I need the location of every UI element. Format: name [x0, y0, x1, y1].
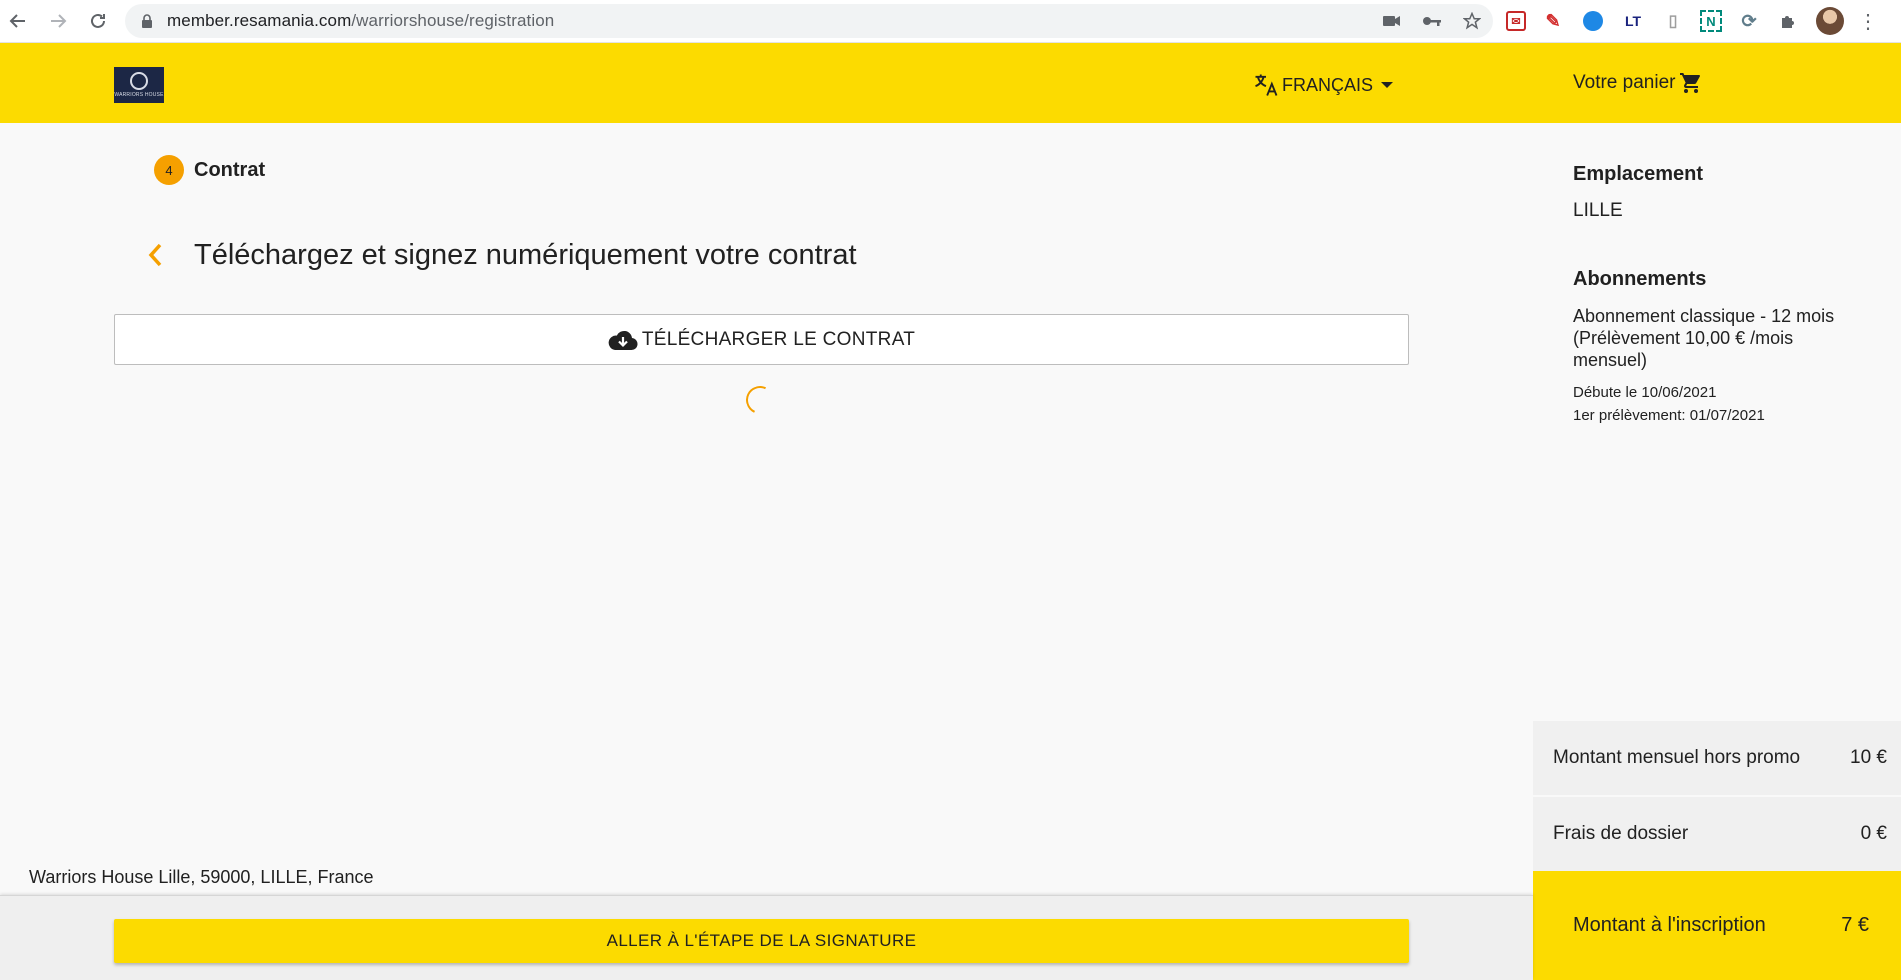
- go-to-signature-button[interactable]: ALLER À L'ÉTAPE DE LA SIGNATURE: [114, 919, 1409, 963]
- logo-emblem-icon: [130, 72, 148, 90]
- n-extension-icon[interactable]: N: [1700, 10, 1722, 32]
- logo-text: WARRIORS HOUSE: [114, 92, 164, 98]
- subscriptions-heading: Abonnements: [1573, 268, 1707, 290]
- download-contract-label: TÉLÉCHARGER LE CONTRAT: [641, 328, 916, 350]
- forward-arrow-icon[interactable]: [40, 3, 76, 39]
- step-indicator: 4 Contrat: [154, 155, 265, 185]
- fees-value: 0 €: [1860, 823, 1887, 844]
- step-label: Contrat: [194, 158, 266, 181]
- browser-toolbar: member.resamania.com/warriorshouse/regis…: [0, 0, 1901, 43]
- order-sidebar: Emplacement LILLE Abonnements Abonnement…: [1573, 163, 1893, 427]
- language-selector[interactable]: FRANÇAIS: [1252, 71, 1394, 99]
- caret-down-icon: [1381, 82, 1394, 88]
- monthly-amount-label: Montant mensuel hors promo: [1553, 747, 1801, 768]
- go-to-signature-label: ALLER À L'ÉTAPE DE LA SIGNATURE: [606, 931, 917, 950]
- globe-extension-icon[interactable]: [1580, 8, 1606, 34]
- loading-spinner: [742, 382, 778, 418]
- warriors-house-logo[interactable]: WARRIORS HOUSE: [114, 67, 164, 103]
- bottom-action-bar: ALLER À L'ÉTAPE DE LA SIGNATURE: [0, 895, 1533, 980]
- key-icon[interactable]: [1419, 8, 1445, 34]
- url-text: member.resamania.com/warriorshouse/regis…: [167, 11, 555, 30]
- gym-address: Warriors House Lille, 59000, LILLE, Fran…: [29, 867, 374, 887]
- profile-avatar[interactable]: [1816, 7, 1844, 35]
- menu-icon[interactable]: ⋮: [1858, 8, 1878, 34]
- total-row: Montant à l'inscription 7 €: [1533, 871, 1901, 980]
- cart-label: Votre panier: [1573, 72, 1676, 93]
- price-summary: Montant mensuel hors promo 10 € Frais de…: [1533, 721, 1901, 980]
- total-value: 7 €: [1841, 914, 1869, 936]
- language-label: FRANÇAIS: [1282, 74, 1374, 95]
- plan-description: Abonnement classique - 12 mois (Prélèvem…: [1573, 306, 1835, 370]
- plan-start-date: Débute le 10/06/2021: [1573, 384, 1717, 401]
- location-value: LILLE: [1573, 200, 1623, 221]
- back-arrow-icon[interactable]: [0, 3, 36, 39]
- reload-icon[interactable]: [80, 3, 116, 39]
- document-extension-icon[interactable]: ▯: [1660, 8, 1686, 34]
- step-number-badge: 4: [154, 155, 184, 185]
- monthly-amount-value: 10 €: [1850, 747, 1887, 768]
- star-icon[interactable]: [1459, 8, 1485, 34]
- cart-icon: [1680, 73, 1701, 93]
- cart-link[interactable]: Votre panier: [1573, 71, 1703, 95]
- lock-icon: [139, 13, 155, 29]
- title-row: Téléchargez et signez numériquement votr…: [140, 235, 857, 275]
- mail-extension-icon[interactable]: ✉: [1506, 11, 1526, 31]
- sync-extension-icon[interactable]: ⟳: [1736, 8, 1762, 34]
- camera-icon[interactable]: [1379, 8, 1405, 34]
- app-header: WARRIORS HOUSE FRANÇAIS Votre panier: [0, 43, 1901, 123]
- page-title: Téléchargez et signez numériquement votr…: [194, 238, 857, 271]
- cloud-download-icon: [608, 330, 638, 350]
- total-label: Montant à l'inscription: [1573, 914, 1766, 936]
- pen-extension-icon[interactable]: ✎: [1540, 8, 1566, 34]
- lt-extension-icon[interactable]: LT: [1620, 8, 1646, 34]
- plan-first-debit: 1er prélèvement: 01/07/2021: [1573, 407, 1765, 424]
- fees-label: Frais de dossier: [1553, 823, 1689, 844]
- back-chevron-icon[interactable]: [140, 235, 170, 275]
- puzzle-extension-icon[interactable]: [1776, 8, 1802, 34]
- address-bar[interactable]: member.resamania.com/warriorshouse/regis…: [125, 4, 1493, 38]
- translate-icon: [1255, 74, 1278, 96]
- monthly-amount-row: Montant mensuel hors promo 10 €: [1533, 721, 1901, 795]
- download-contract-button[interactable]: TÉLÉCHARGER LE CONTRAT: [114, 314, 1409, 365]
- location-heading: Emplacement: [1573, 163, 1704, 185]
- fees-row: Frais de dossier 0 €: [1533, 797, 1901, 871]
